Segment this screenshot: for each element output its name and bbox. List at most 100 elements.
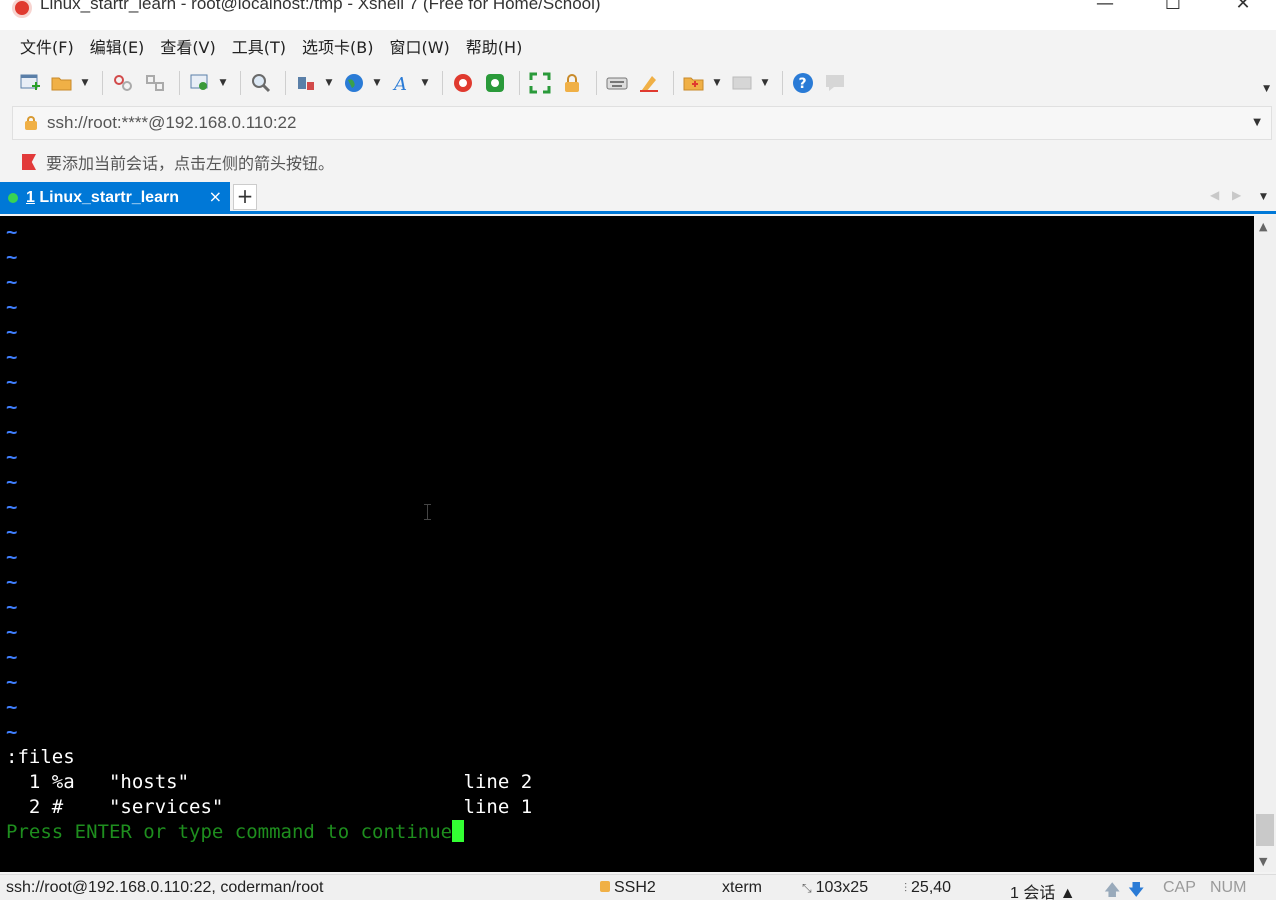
chat-icon <box>826 75 844 91</box>
status-sessions[interactable]: 1 会话 ▲ <box>1010 879 1076 900</box>
scroll-down-icon[interactable]: ▼ <box>1259 855 1267 868</box>
download-arrow-icon: 🡇 <box>1128 882 1145 899</box>
properties-icon <box>190 74 208 90</box>
status-position: ⫶ 25,40 <box>904 879 952 896</box>
find-button[interactable] <box>247 69 275 97</box>
add-tab-button[interactable]: + <box>233 184 257 210</box>
scroll-thumb[interactable] <box>1256 814 1274 846</box>
compose-dropdown[interactable]: ▼ <box>760 69 770 97</box>
address-input[interactable]: ssh://root:****@192.168.0.110:22 <box>47 113 296 133</box>
toolbar-overflow-icon[interactable]: ▼ <box>1263 84 1270 94</box>
address-dropdown-icon[interactable]: ▼ <box>1253 117 1261 128</box>
vim-tilde-line: ~ <box>6 446 18 468</box>
address-bar[interactable]: ssh://root:****@192.168.0.110:22 ▼ <box>12 106 1272 140</box>
minimize-button[interactable]: — <box>1082 0 1128 18</box>
terminal-scrollbar[interactable]: ▲ ▼ <box>1254 216 1276 872</box>
connected-status-icon <box>8 193 18 203</box>
help-button[interactable]: ? <box>789 69 817 97</box>
menu-tabs[interactable]: 选项卡(B) <box>294 30 381 62</box>
compose-icon <box>732 76 752 90</box>
disconnect-button[interactable] <box>141 69 169 97</box>
xftp-button[interactable] <box>481 69 509 97</box>
vim-tilde-line: ~ <box>6 471 18 493</box>
add-session-arrow-icon[interactable] <box>22 154 36 170</box>
status-terminal-type: xterm <box>722 879 762 896</box>
properties-button[interactable] <box>186 69 214 97</box>
svg-text:?: ? <box>799 76 807 92</box>
new-folder-dropdown[interactable]: ▼ <box>712 69 722 97</box>
globe-icon <box>345 74 363 92</box>
tab-list-dropdown-icon[interactable]: ▼ <box>1260 192 1267 202</box>
vim-tilde-line: ~ <box>6 346 18 368</box>
menu-view[interactable]: 查看(V) <box>152 30 223 62</box>
title-bar: Linux_startr_learn - root@localhost:/tmp… <box>0 0 1276 30</box>
transfer-button[interactable] <box>292 69 320 97</box>
font-dropdown[interactable]: ▼ <box>420 69 430 97</box>
transfer-dropdown[interactable]: ▼ <box>324 69 334 97</box>
status-num-lock: NUM <box>1210 879 1247 896</box>
tab-prev-icon[interactable]: ◀ <box>1210 188 1219 202</box>
keyboard-button[interactable] <box>603 69 631 97</box>
lock-icon <box>600 881 610 892</box>
terminal-screen[interactable]: ~ ~ ~ ~ ~ ~ ~ ~ ~ ~ ~ ~ ~ ~ ~ ~ ~ ~ ~ ~ ~ :files 1 %a "hosts… <box>0 216 1254 872</box>
cursor-position-icon: ⫶ <box>904 881 908 895</box>
xshell-button[interactable] <box>449 69 477 97</box>
vim-empty-lines: ~ ~ ~ ~ ~ ~ ~ ~ ~ ~ ~ ~ ~ ~ ~ ~ ~ ~ ~ ~ ~ <box>6 220 17 745</box>
maximize-button[interactable]: ☐ <box>1150 0 1196 18</box>
ibeam-cursor-icon <box>424 504 432 520</box>
svg-text:A: A <box>392 74 407 94</box>
window-title: Linux_startr_learn - root@localhost:/tmp… <box>40 0 601 13</box>
menu-help[interactable]: 帮助(H) <box>458 30 531 62</box>
menu-file[interactable]: 文件(F) <box>12 30 82 62</box>
tab-next-icon[interactable]: ▶ <box>1232 188 1241 202</box>
xshell-window: Linux_startr_learn - root@localhost:/tmp… <box>0 0 1276 900</box>
session-hint-bar: 要添加当前会话，点击左侧的箭头按钮。 <box>12 144 1272 180</box>
vim-tilde-line: ~ <box>6 521 18 543</box>
vim-tilde-line: ~ <box>6 621 18 643</box>
status-bar: ssh://root@192.168.0.110:22, coderman/ro… <box>0 874 1276 900</box>
font-button[interactable]: A <box>388 69 416 97</box>
open-folder-dropdown[interactable]: ▼ <box>80 69 90 97</box>
menu-window[interactable]: 窗口(W) <box>381 30 457 62</box>
scroll-up-icon[interactable]: ▲ <box>1259 220 1267 233</box>
new-folder-button[interactable] <box>680 69 708 97</box>
xftp-icon <box>486 74 504 92</box>
lock-icon <box>25 116 37 130</box>
menu-bar: 文件(F) 编辑(E) 查看(V) 工具(T) 选项卡(B) 窗口(W) 帮助(… <box>0 30 1276 62</box>
fullscreen-button[interactable] <box>526 69 554 97</box>
reconnect-button[interactable] <box>109 69 137 97</box>
tab-linux-startr-learn[interactable]: 1 Linux_startr_learn × <box>0 182 230 214</box>
vim-tilde-line: ~ <box>6 321 18 343</box>
highlight-icon <box>640 76 658 92</box>
transfer-icon <box>298 77 314 90</box>
vim-tilde-line: ~ <box>6 496 18 518</box>
menu-tools[interactable]: 工具(T) <box>224 30 294 62</box>
lock-button[interactable] <box>558 69 586 97</box>
tab-bar: 1 Linux_startr_learn × + ◀ ▶ ▼ <box>0 182 1276 214</box>
vim-tilde-line: ~ <box>6 221 18 243</box>
menu-edit[interactable]: 编辑(E) <box>82 30 153 62</box>
close-button[interactable]: ✕ <box>1220 0 1266 18</box>
resize-icon: ⤡ <box>802 881 812 895</box>
vim-tilde-line: ~ <box>6 246 18 268</box>
upload-arrow-icon: 🡅 <box>1104 882 1121 899</box>
prompt-text: Press ENTER or type command to continue <box>6 821 453 843</box>
chat-button[interactable] <box>821 69 849 97</box>
status-protocol: SSH2 <box>600 879 656 897</box>
font-icon: A <box>392 74 407 94</box>
vim-continue-prompt: Press ENTER or type command to continue <box>6 820 465 845</box>
new-session-button[interactable] <box>16 69 44 97</box>
vim-tilde-line: ~ <box>6 271 18 293</box>
tab-close-icon[interactable]: × <box>209 187 222 206</box>
globe-button[interactable] <box>340 69 368 97</box>
reconnect-icon <box>114 75 132 91</box>
properties-dropdown[interactable]: ▼ <box>218 69 228 97</box>
vim-tilde-line: ~ <box>6 371 18 393</box>
open-folder-button[interactable] <box>48 69 76 97</box>
terminal-cursor <box>452 820 465 842</box>
vim-tilde-line: ~ <box>6 671 18 693</box>
hint-text: 要添加当前会话，点击左侧的箭头按钮。 <box>46 154 335 173</box>
globe-dropdown[interactable]: ▼ <box>372 69 382 97</box>
compose-button[interactable] <box>728 69 756 97</box>
highlight-button[interactable] <box>635 69 663 97</box>
